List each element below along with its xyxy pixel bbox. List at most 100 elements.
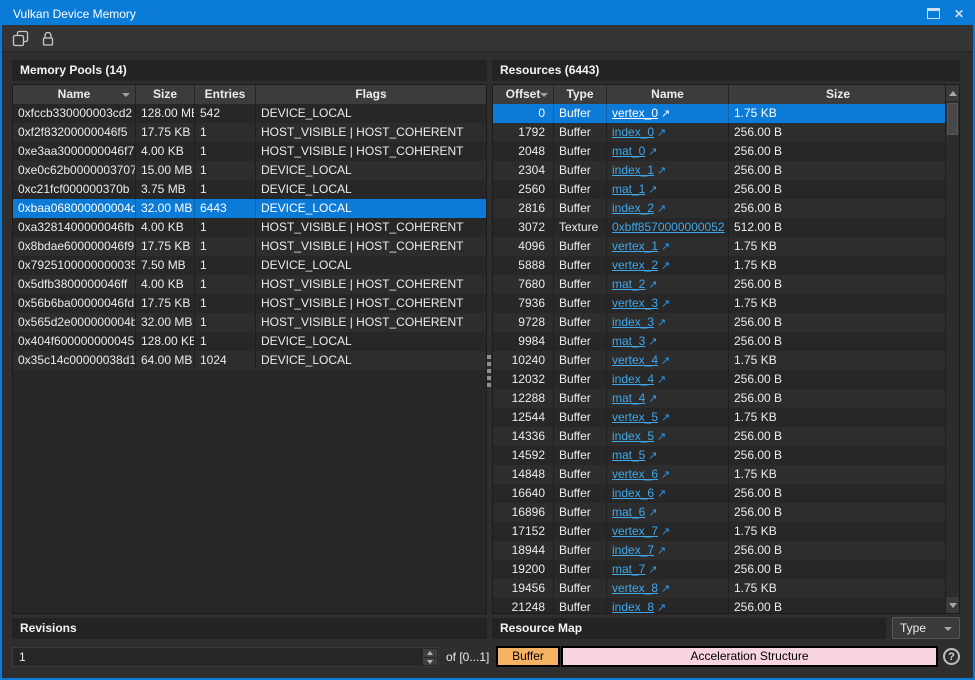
resource-link[interactable]: vertex_7 (612, 524, 658, 538)
resource-map-mode-dropdown[interactable]: Type (892, 617, 960, 639)
column-header-name[interactable]: Name (13, 85, 135, 104)
column-header-entries[interactable]: Entries (194, 85, 255, 104)
resource-link[interactable]: index_3 (612, 315, 654, 329)
resource-map-segment-buffer[interactable]: Buffer (496, 646, 560, 667)
resource-link[interactable]: vertex_3 (612, 296, 658, 310)
table-row[interactable]: 0x35c14c00000038d164.00 MB1024DEVICE_LOC… (13, 351, 486, 370)
table-row[interactable]: 16640Bufferindex_6↗256.00 B (493, 484, 945, 503)
cell-offset: 19200 (493, 560, 553, 579)
cell-offset: 14592 (493, 446, 553, 465)
table-row[interactable]: 0x5dfb3800000046ff4.00 KB1HOST_VISIBLE |… (13, 275, 486, 294)
resource-link[interactable]: index_0 (612, 125, 654, 139)
table-row[interactable]: 14336Bufferindex_5↗256.00 B (493, 427, 945, 446)
cell-name: 0x565d2e000000004b (13, 313, 135, 332)
table-row[interactable]: 2816Bufferindex_2↗256.00 B (493, 199, 945, 218)
table-row[interactable]: 5888Buffervertex_2↗1.75 KB (493, 256, 945, 275)
resource-link[interactable]: vertex_1 (612, 239, 658, 253)
table-row[interactable]: 14848Buffervertex_6↗1.75 KB (493, 465, 945, 484)
resource-link[interactable]: mat_0 (612, 144, 645, 158)
table-row[interactable]: 0x565d2e000000004b32.00 MB1HOST_VISIBLE … (13, 313, 486, 332)
table-row[interactable]: 0xe0c62b000000370715.00 MB1DEVICE_LOCAL (13, 161, 486, 180)
scrollbar-thumb[interactable] (947, 103, 958, 135)
resource-link[interactable]: index_1 (612, 163, 654, 177)
external-link-icon: ↗ (657, 374, 666, 386)
table-row[interactable]: 0x56b6ba00000046fd17.75 KB1HOST_VISIBLE … (13, 294, 486, 313)
resource-link[interactable]: index_5 (612, 429, 654, 443)
table-row[interactable]: 16896Buffermat_6↗256.00 B (493, 503, 945, 522)
table-row[interactable]: 2048Buffermat_0↗256.00 B (493, 142, 945, 161)
table-row[interactable]: 0xbaa068000000004d32.00 MB6443DEVICE_LOC… (13, 199, 486, 218)
scrollbar-track[interactable] (946, 101, 959, 597)
close-icon[interactable]: ✕ (954, 8, 964, 20)
table-row[interactable]: 0Buffervertex_0↗1.75 KB (493, 104, 945, 123)
resource-link[interactable]: vertex_0 (612, 106, 658, 120)
table-row[interactable]: 0xe3aa3000000046f74.00 KB1HOST_VISIBLE |… (13, 142, 486, 161)
table-row[interactable]: 0xf2f83200000046f517.75 KB1HOST_VISIBLE … (13, 123, 486, 142)
column-header-name[interactable]: Name (606, 85, 728, 104)
table-row[interactable]: 2560Buffermat_1↗256.00 B (493, 180, 945, 199)
resource-link[interactable]: vertex_6 (612, 467, 658, 481)
float-window-icon[interactable] (927, 8, 940, 19)
table-row[interactable]: 3072Texture0xbff8570000000052↗512.00 B (493, 218, 945, 237)
title-bar[interactable]: Vulkan Device Memory ✕ (2, 2, 973, 25)
lock-icon[interactable] (39, 29, 57, 47)
spin-down-icon[interactable] (423, 658, 437, 666)
resource-link[interactable]: vertex_8 (612, 581, 658, 595)
scrollbar-down-icon[interactable] (946, 597, 959, 613)
help-icon[interactable]: ? (943, 648, 960, 665)
table-row[interactable]: 9728Bufferindex_3↗256.00 B (493, 313, 945, 332)
resource-link[interactable]: mat_2 (612, 277, 645, 291)
resource-link[interactable]: vertex_4 (612, 353, 658, 367)
table-row[interactable]: 7936Buffervertex_3↗1.75 KB (493, 294, 945, 313)
table-row[interactable]: 12288Buffermat_4↗256.00 B (493, 389, 945, 408)
resource-link[interactable]: mat_3 (612, 334, 645, 348)
resource-link[interactable]: mat_7 (612, 562, 645, 576)
resource-link[interactable]: index_8 (612, 600, 654, 613)
table-row[interactable]: 10240Buffervertex_4↗1.75 KB (493, 351, 945, 370)
resource-link[interactable]: 0xbff8570000000052 (612, 220, 725, 234)
table-row[interactable]: 0x404f600000000045128.00 KB1DEVICE_LOCAL (13, 332, 486, 351)
resource-map-segment-acceleration-structure[interactable]: Acceleration Structure (561, 646, 938, 667)
column-header-offset[interactable]: Offset (493, 85, 553, 104)
table-row[interactable]: 12032Bufferindex_4↗256.00 B (493, 370, 945, 389)
column-header-size[interactable]: Size (135, 85, 194, 104)
resource-link[interactable]: vertex_5 (612, 410, 658, 424)
table-row[interactable]: 1792Bufferindex_0↗256.00 B (493, 123, 945, 142)
table-row[interactable]: 0x79251000000000357.50 MB1DEVICE_LOCAL (13, 256, 486, 275)
resource-link[interactable]: mat_5 (612, 448, 645, 462)
resource-link[interactable]: vertex_2 (612, 258, 658, 272)
spin-up-icon[interactable] (423, 649, 437, 657)
column-header-type[interactable]: Type (553, 85, 606, 104)
table-row[interactable]: 21248Bufferindex_8↗256.00 B (493, 598, 945, 613)
table-row[interactable]: 0xa3281400000046fb4.00 KB1HOST_VISIBLE |… (13, 218, 486, 237)
table-row[interactable]: 0xc21fcf000000370b3.75 MB1DEVICE_LOCAL (13, 180, 486, 199)
table-row[interactable]: 18944Bufferindex_7↗256.00 B (493, 541, 945, 560)
table-row[interactable]: 0xfccb330000003cd2128.00 MB542DEVICE_LOC… (13, 104, 486, 123)
table-row[interactable]: 19456Buffervertex_8↗1.75 KB (493, 579, 945, 598)
table-row[interactable]: 9984Buffermat_3↗256.00 B (493, 332, 945, 351)
resource-link[interactable]: mat_4 (612, 391, 645, 405)
resource-link[interactable]: index_2 (612, 201, 654, 215)
scrollbar-up-icon[interactable] (946, 85, 959, 101)
table-row[interactable]: 17152Buffervertex_7↗1.75 KB (493, 522, 945, 541)
resources-scrollbar[interactable] (945, 85, 959, 613)
resource-link[interactable]: index_4 (612, 372, 654, 386)
resource-link[interactable]: mat_6 (612, 505, 645, 519)
table-row[interactable]: 12544Buffervertex_5↗1.75 KB (493, 408, 945, 427)
column-header-flags[interactable]: Flags (255, 85, 486, 104)
table-row[interactable]: 4096Buffervertex_1↗1.75 KB (493, 237, 945, 256)
cell-name: mat_6↗ (606, 503, 728, 522)
column-header-size[interactable]: Size (728, 85, 945, 104)
table-row[interactable]: 0x8bdae600000046f917.75 KB1HOST_VISIBLE … (13, 237, 486, 256)
resource-link[interactable]: mat_1 (612, 182, 645, 196)
revision-input[interactable] (13, 648, 418, 666)
duplicate-window-icon[interactable] (11, 29, 29, 47)
cell-flags: DEVICE_LOCAL (255, 332, 486, 351)
resource-link[interactable]: index_6 (612, 486, 654, 500)
table-row[interactable]: 7680Buffermat_2↗256.00 B (493, 275, 945, 294)
resource-link[interactable]: index_7 (612, 543, 654, 557)
table-row[interactable]: 2304Bufferindex_1↗256.00 B (493, 161, 945, 180)
table-row[interactable]: 14592Buffermat_5↗256.00 B (493, 446, 945, 465)
cell-offset: 12032 (493, 370, 553, 389)
table-row[interactable]: 19200Buffermat_7↗256.00 B (493, 560, 945, 579)
